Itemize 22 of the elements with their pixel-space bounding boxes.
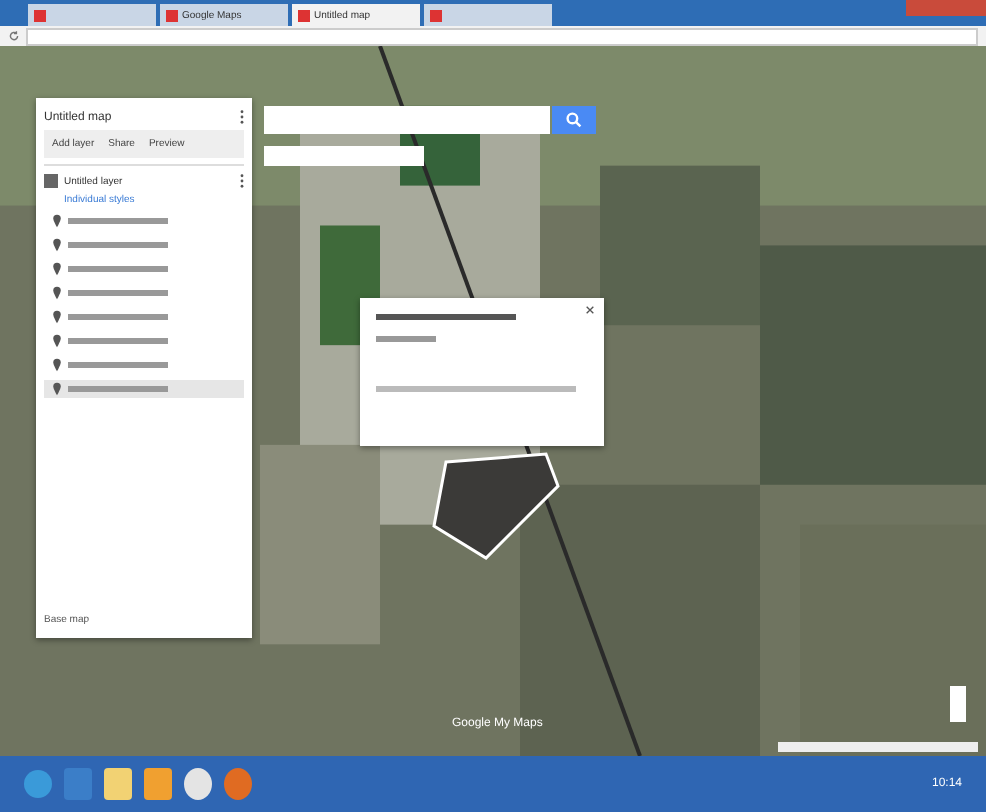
pin-icon — [52, 214, 62, 228]
pin-icon — [52, 262, 62, 276]
place-list-item[interactable] — [44, 380, 244, 398]
browser-tab[interactable] — [28, 4, 156, 26]
pin-icon — [52, 382, 62, 396]
start-button[interactable] — [24, 770, 52, 798]
favicon-icon — [430, 9, 442, 21]
search-button[interactable] — [552, 106, 596, 134]
favicon-icon — [34, 9, 46, 21]
pin-icon — [52, 358, 62, 372]
close-icon[interactable] — [586, 306, 594, 314]
favicon-icon — [298, 9, 310, 21]
reload-icon[interactable] — [8, 30, 20, 42]
pin-icon — [52, 334, 62, 348]
search-icon — [566, 112, 582, 128]
layer-checkbox[interactable] — [44, 174, 58, 188]
favicon-icon — [166, 9, 178, 21]
pin-icon — [52, 310, 62, 324]
search-field[interactable] — [264, 106, 550, 134]
pin-icon — [52, 238, 62, 252]
pin-icon — [52, 286, 62, 300]
browser-tab[interactable] — [424, 4, 552, 26]
